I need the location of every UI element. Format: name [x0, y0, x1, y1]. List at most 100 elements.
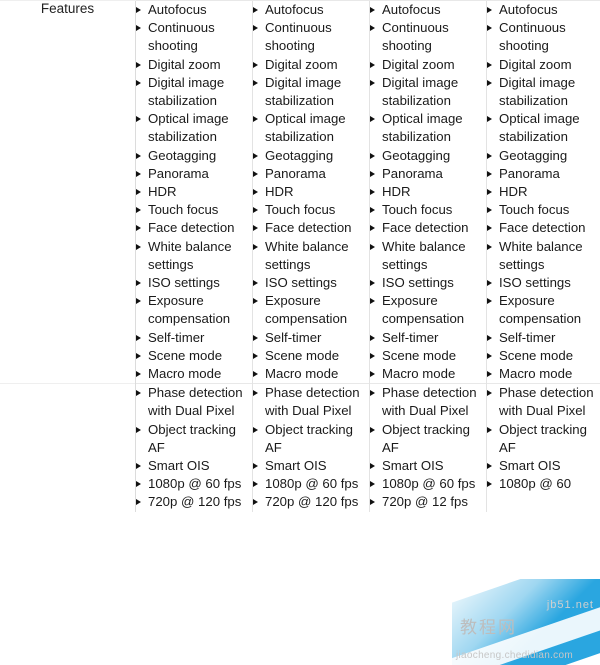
feature-list-item: Geotagging	[370, 147, 486, 165]
feature-list-item: Touch focus	[370, 201, 486, 219]
feature-list-item-label: Face detection	[148, 220, 235, 236]
triangle-bullet-icon	[253, 352, 258, 359]
row-label-features: Features	[0, 0, 136, 384]
feature-list-item-label: Optical image stabilization	[499, 111, 580, 145]
feature-list-item-label: Self-timer	[265, 329, 322, 345]
triangle-bullet-icon	[370, 481, 375, 488]
af-clip-device-4: Phase detection with Dual Pixel Object tr…	[487, 384, 600, 493]
feature-list-item: Panorama	[253, 165, 369, 183]
feature-list-item-label: 720p @ 120 fps	[265, 494, 359, 510]
triangle-bullet-icon	[253, 7, 258, 13]
specification-comparison-table: Features Autofocus Continuous shooting Dig…	[0, 0, 600, 512]
triangle-bullet-icon	[253, 170, 258, 177]
af-list-device-3: Phase detection with Dual Pixel Object tr…	[370, 384, 486, 511]
triangle-bullet-icon	[136, 225, 141, 232]
watermark-overlay: jb51.net 教程网 jiaocheng.chedidian.com	[452, 579, 600, 665]
feature-list-item-label: Scene mode	[265, 347, 340, 363]
feature-list-item-label: ISO settings	[148, 275, 220, 291]
feature-list-item-label: Exposure compensation	[265, 293, 348, 327]
feature-list-item-label: Digital image stabilization	[382, 74, 459, 109]
triangle-bullet-icon	[370, 7, 375, 13]
feature-list-item-label: Smart OIS	[265, 458, 327, 474]
triangle-bullet-icon	[487, 61, 492, 68]
feature-list-item-label: Object tracking AF	[382, 421, 470, 455]
feature-list-item: Smart OIS	[487, 457, 600, 475]
triangle-bullet-icon	[136, 463, 141, 470]
feature-list-item-label: Continuous shooting	[382, 20, 449, 54]
feature-list-item-label: Exposure compensation	[148, 293, 231, 327]
triangle-bullet-icon	[370, 79, 375, 86]
triangle-bullet-icon	[136, 116, 141, 123]
feature-list-item-label: HDR	[382, 184, 411, 200]
feature-list-item: Smart OIS	[370, 457, 486, 475]
feature-list-item: Scene mode	[253, 347, 369, 365]
triangle-bullet-icon	[136, 61, 141, 68]
feature-list-item: HDR	[253, 183, 369, 201]
feature-list-item: Optical image stabilization	[253, 110, 369, 146]
triangle-bullet-icon	[136, 170, 141, 177]
feature-list-item-label: Digital zoom	[148, 56, 221, 72]
feature-list-item-label: Smart OIS	[148, 458, 210, 474]
triangle-bullet-icon	[487, 298, 492, 305]
triangle-bullet-icon	[253, 61, 258, 68]
triangle-bullet-icon	[136, 207, 141, 214]
af-clip-device-3: Phase detection with Dual Pixel Object tr…	[370, 384, 486, 511]
triangle-bullet-icon	[370, 189, 375, 196]
feature-list-item: Self-timer	[136, 329, 252, 347]
triangle-bullet-icon	[136, 390, 141, 397]
feature-list-item: Geotagging	[487, 147, 600, 165]
feature-list-item: Digital zoom	[370, 56, 486, 74]
feature-list-item-label: ISO settings	[499, 275, 571, 291]
triangle-bullet-icon	[487, 189, 492, 196]
af-cell-device-1: Phase detection with Dual Pixel Object tr…	[135, 383, 253, 512]
feature-list-item-label: Face detection	[382, 220, 469, 236]
feature-list-item: Digital zoom	[487, 56, 600, 74]
triangle-bullet-icon	[370, 243, 375, 250]
triangle-bullet-icon	[253, 152, 258, 159]
feature-list-item: Macro mode	[370, 365, 486, 383]
feature-list-item: Scene mode	[136, 347, 252, 365]
feature-list-item: White balance settings	[370, 238, 486, 274]
feature-list-item-label: Optical image stabilization	[148, 111, 229, 145]
feature-list-item-label: Digital zoom	[382, 56, 455, 72]
triangle-bullet-icon	[370, 225, 375, 232]
feature-list-item: Autofocus	[253, 1, 369, 19]
triangle-bullet-icon	[253, 334, 258, 341]
feature-list-item: Digital image stabilization	[136, 74, 252, 110]
feature-list-item: Digital zoom	[253, 56, 369, 74]
af-list-device-1: Phase detection with Dual Pixel Object tr…	[136, 384, 252, 511]
feature-list-item-label: HDR	[148, 184, 177, 200]
feature-list-item-label: Self-timer	[499, 329, 556, 345]
feature-list-item: White balance settings	[136, 238, 252, 274]
feature-list-item-label: Autofocus	[265, 2, 324, 17]
triangle-bullet-icon	[253, 463, 258, 470]
triangle-bullet-icon	[136, 481, 141, 488]
feature-list-item: Object tracking AF	[487, 421, 600, 457]
feature-list-item: Geotagging	[253, 147, 369, 165]
triangle-bullet-icon	[487, 116, 492, 123]
feature-list-item-label: Phase detection with Dual Pixel	[382, 385, 477, 419]
feature-list-item: Exposure compensation	[370, 292, 486, 328]
triangle-bullet-icon	[370, 116, 375, 123]
feature-list-item-label: Digital image stabilization	[148, 74, 225, 109]
triangle-bullet-icon	[370, 352, 375, 359]
feature-list-item: 720p @ 12 fps	[370, 493, 486, 511]
feature-list-item-label: Continuous shooting	[499, 20, 566, 54]
triangle-bullet-icon	[136, 352, 141, 359]
triangle-bullet-icon	[487, 152, 492, 159]
feature-list-item: Exposure compensation	[253, 292, 369, 328]
triangle-bullet-icon	[253, 298, 258, 305]
feature-list-item-label: Touch focus	[499, 202, 570, 218]
triangle-bullet-icon	[253, 189, 258, 196]
feature-list-item: Panorama	[136, 165, 252, 183]
feature-list-item-label: HDR	[499, 184, 528, 200]
af-cell-device-3: Phase detection with Dual Pixel Object tr…	[369, 383, 487, 512]
triangle-bullet-icon	[370, 207, 375, 214]
triangle-bullet-icon	[370, 298, 375, 305]
feature-list-item-label: 720p @ 12 fps	[382, 494, 468, 510]
af-cell-device-4: Phase detection with Dual Pixel Object tr…	[486, 383, 600, 512]
feature-list-item-label: Touch focus	[382, 202, 453, 218]
feature-list-item: HDR	[487, 183, 600, 201]
feature-list-item: Continuous shooting	[136, 19, 252, 55]
triangle-bullet-icon	[487, 334, 492, 341]
